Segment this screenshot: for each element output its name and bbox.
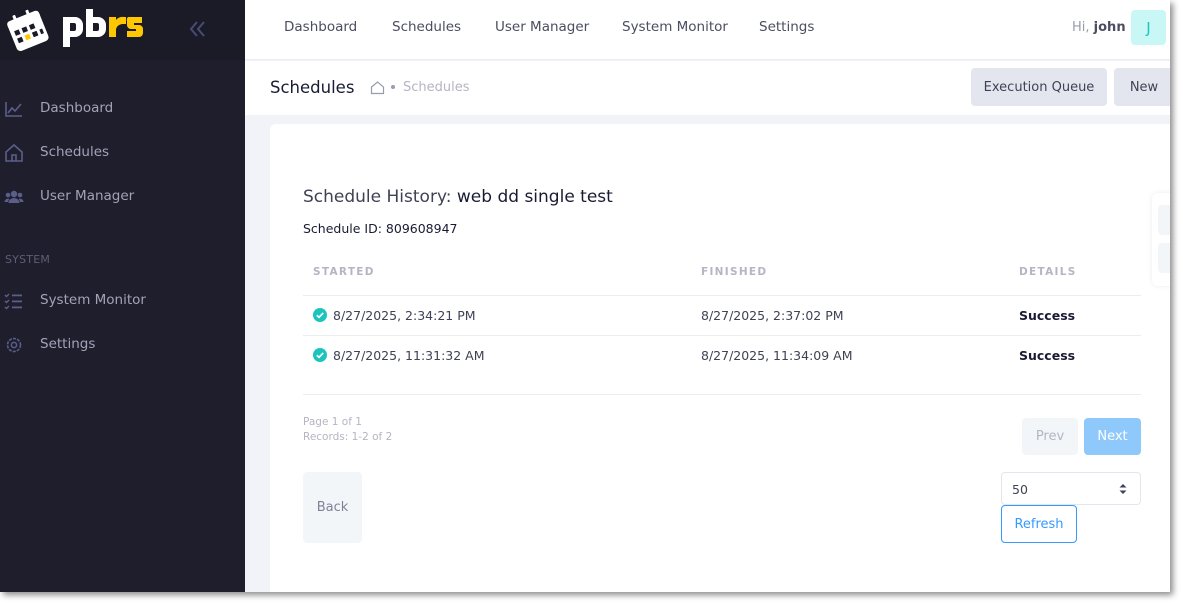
cell-details: Success	[1019, 308, 1076, 323]
sidebar-item-system-monitor[interactable]: System Monitor	[0, 279, 245, 323]
schedule-name: web dd single test	[456, 187, 613, 207]
history-title: Schedule History: web dd single test	[303, 187, 613, 207]
success-check-icon	[313, 348, 327, 362]
quick-panel-toggle[interactable]	[1152, 193, 1170, 286]
schedule-id: Schedule ID: 809608947	[303, 221, 458, 236]
brand-area	[0, 0, 245, 60]
next-page-button[interactable]: Next	[1084, 418, 1141, 455]
sidebar-item-dashboard[interactable]: Dashboard	[0, 87, 245, 131]
gear-icon	[6, 337, 22, 353]
quick-panel-button[interactable]	[1158, 243, 1170, 273]
schedule-history-card: Schedule History: web dd single test Sch…	[270, 124, 1170, 592]
cell-started: 8/27/2025, 2:34:21 PM	[333, 308, 476, 323]
cell-details: Success	[1019, 348, 1076, 363]
topnav-dashboard[interactable]: Dashboard	[284, 19, 357, 35]
cell-finished: 8/27/2025, 2:37:02 PM	[701, 308, 844, 323]
table-row[interactable]: 8/27/2025, 2:34:21 PM 8/27/2025, 2:37:02…	[303, 296, 1141, 336]
table-bottom-divider	[303, 394, 1141, 395]
pbrs-logo[interactable]	[6, 5, 146, 53]
cell-started: 8/27/2025, 11:31:32 AM	[333, 348, 485, 363]
app-window: Dashboard Schedules User Manager SYSTEM	[0, 0, 1170, 592]
greeting-prefix: Hi,	[1072, 20, 1090, 35]
sidebar-item-label: Dashboard	[40, 100, 114, 116]
sidebar-item-schedules[interactable]: Schedules	[0, 131, 245, 175]
page-info: Page 1 of 1	[303, 416, 362, 428]
page-size-value: 50	[1012, 482, 1028, 497]
refresh-button[interactable]: Refresh	[1001, 505, 1077, 543]
user-greeting[interactable]: Hi, john	[1072, 20, 1126, 35]
quick-panel-button[interactable]	[1158, 205, 1170, 235]
sidebar: Dashboard Schedules User Manager SYSTEM	[0, 0, 245, 592]
sidebar-item-label: System Monitor	[40, 292, 146, 308]
breadcrumb-home-icon[interactable]	[370, 80, 385, 95]
checklist-icon	[4, 293, 22, 310]
topnav-system-monitor[interactable]: System Monitor	[622, 19, 728, 35]
sidebar-section-label: SYSTEM	[5, 253, 51, 266]
username: john	[1093, 20, 1126, 35]
new-button[interactable]: New	[1114, 68, 1170, 106]
chart-line-icon	[5, 102, 22, 117]
topnav-schedules[interactable]: Schedules	[392, 19, 461, 35]
home-icon	[5, 143, 23, 162]
topnav-user-manager[interactable]: User Manager	[495, 19, 589, 35]
sidebar-item-label: Settings	[40, 336, 96, 352]
history-title-prefix: Schedule History:	[303, 187, 452, 207]
users-icon	[4, 190, 24, 203]
topnav-settings[interactable]: Settings	[759, 19, 814, 35]
subheader: Schedules Schedules Execution Queue New	[245, 61, 1170, 115]
back-button[interactable]: Back	[303, 472, 362, 543]
page-title: Schedules	[270, 78, 355, 97]
avatar[interactable]: J	[1131, 10, 1166, 45]
cell-finished: 8/27/2025, 11:34:09 AM	[701, 348, 853, 363]
page-size-select[interactable]: 50	[1001, 472, 1141, 505]
column-header-finished[interactable]: FINISHED	[701, 266, 767, 278]
success-check-icon	[313, 308, 327, 322]
column-header-details[interactable]: DETAILS	[1019, 266, 1077, 278]
column-header-started[interactable]: STARTED	[313, 266, 375, 278]
breadcrumb-current[interactable]: Schedules	[403, 80, 470, 95]
sidebar-item-user-manager[interactable]: User Manager	[0, 175, 245, 219]
sidebar-item-settings[interactable]: Settings	[0, 323, 245, 367]
table-row[interactable]: 8/27/2025, 11:31:32 AM 8/27/2025, 11:34:…	[303, 336, 1141, 376]
collapse-sidebar-icon[interactable]	[184, 16, 210, 42]
breadcrumb-separator	[391, 85, 395, 89]
top-header: Dashboard Schedules User Manager System …	[245, 0, 1170, 60]
sidebar-item-label: User Manager	[40, 188, 135, 204]
prev-page-button[interactable]: Prev	[1022, 418, 1078, 455]
sidebar-item-label: Schedules	[40, 144, 110, 160]
select-arrows-icon	[1119, 484, 1127, 494]
execution-queue-button[interactable]: Execution Queue	[971, 68, 1107, 106]
records-info: Records: 1-2 of 2	[303, 431, 393, 443]
